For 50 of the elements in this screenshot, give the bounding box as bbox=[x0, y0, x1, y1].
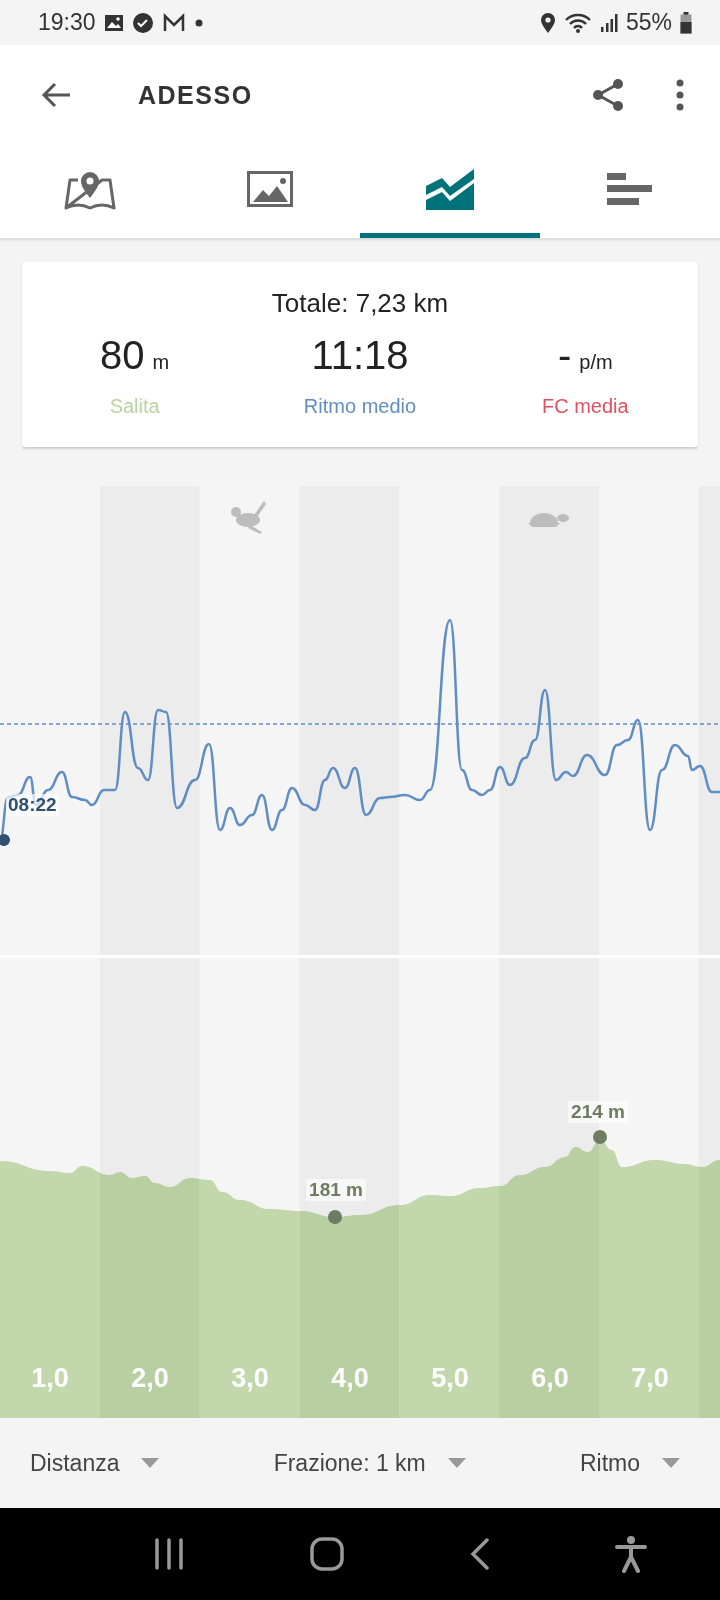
image-icon bbox=[103, 13, 124, 32]
location-icon bbox=[539, 11, 556, 34]
stat-label: FC media bbox=[541, 395, 629, 418]
battery-percentage: 55% bbox=[625, 9, 672, 36]
distance-label: 1,0 bbox=[31, 1363, 69, 1394]
distance-label: 3,0 bbox=[231, 1363, 269, 1394]
recents-icon bbox=[152, 1538, 185, 1570]
more-vertical-icon bbox=[676, 79, 684, 111]
battery-icon bbox=[680, 11, 692, 34]
bar-list-icon bbox=[607, 171, 653, 207]
max-marker bbox=[593, 1130, 607, 1144]
caret-icon bbox=[141, 1458, 160, 1468]
dropdown[interactable]: Ritmo bbox=[569, 1441, 690, 1485]
wifi-icon bbox=[563, 11, 592, 34]
distance-label: 5,0 bbox=[431, 1363, 469, 1394]
stat-unit: m bbox=[152, 351, 170, 374]
start-time-label: 08:22 bbox=[6, 794, 59, 816]
dot-icon bbox=[193, 17, 204, 28]
start-marker bbox=[0, 834, 10, 846]
back-chevron-icon bbox=[469, 1538, 490, 1570]
min-marker bbox=[328, 1210, 342, 1224]
stat-value: 80 bbox=[100, 333, 145, 378]
screen-title: ADESSO bbox=[138, 80, 254, 110]
share-icon bbox=[590, 77, 626, 113]
distance-label: 2,0 bbox=[131, 1363, 169, 1394]
mail-icon bbox=[161, 12, 186, 33]
stat-label: Salita bbox=[109, 395, 160, 418]
min-elevation-label: 181 m bbox=[306, 1179, 366, 1201]
clock-time: 19:30 bbox=[38, 9, 96, 36]
signal-icon bbox=[599, 12, 618, 33]
back-arrow-icon bbox=[40, 81, 72, 109]
area-chart-icon bbox=[424, 168, 476, 210]
stat-unit: p/m bbox=[579, 351, 613, 374]
distance-label: 7,0 bbox=[631, 1363, 669, 1394]
check-circle-icon bbox=[131, 11, 154, 34]
image-icon bbox=[247, 171, 293, 207]
distance-label: 4,0 bbox=[331, 1363, 369, 1394]
max-elevation-label: 214 m bbox=[568, 1101, 628, 1123]
accessibility-icon bbox=[615, 1535, 648, 1573]
caret-icon bbox=[447, 1458, 466, 1468]
dropdown[interactable]: Frazione: 1 km bbox=[263, 1441, 476, 1485]
turtle-icon bbox=[528, 513, 569, 527]
stat-value: 11:18 bbox=[311, 333, 409, 378]
distance-label: 6,0 bbox=[531, 1363, 569, 1394]
dropdown[interactable]: Distanza bbox=[20, 1441, 170, 1485]
total-distance: Totale: 7,23 km bbox=[271, 288, 449, 319]
home-icon bbox=[310, 1537, 345, 1571]
stat-label: Ritmo medio bbox=[303, 395, 417, 418]
stat-value: - bbox=[558, 333, 572, 378]
caret-icon bbox=[662, 1458, 680, 1468]
